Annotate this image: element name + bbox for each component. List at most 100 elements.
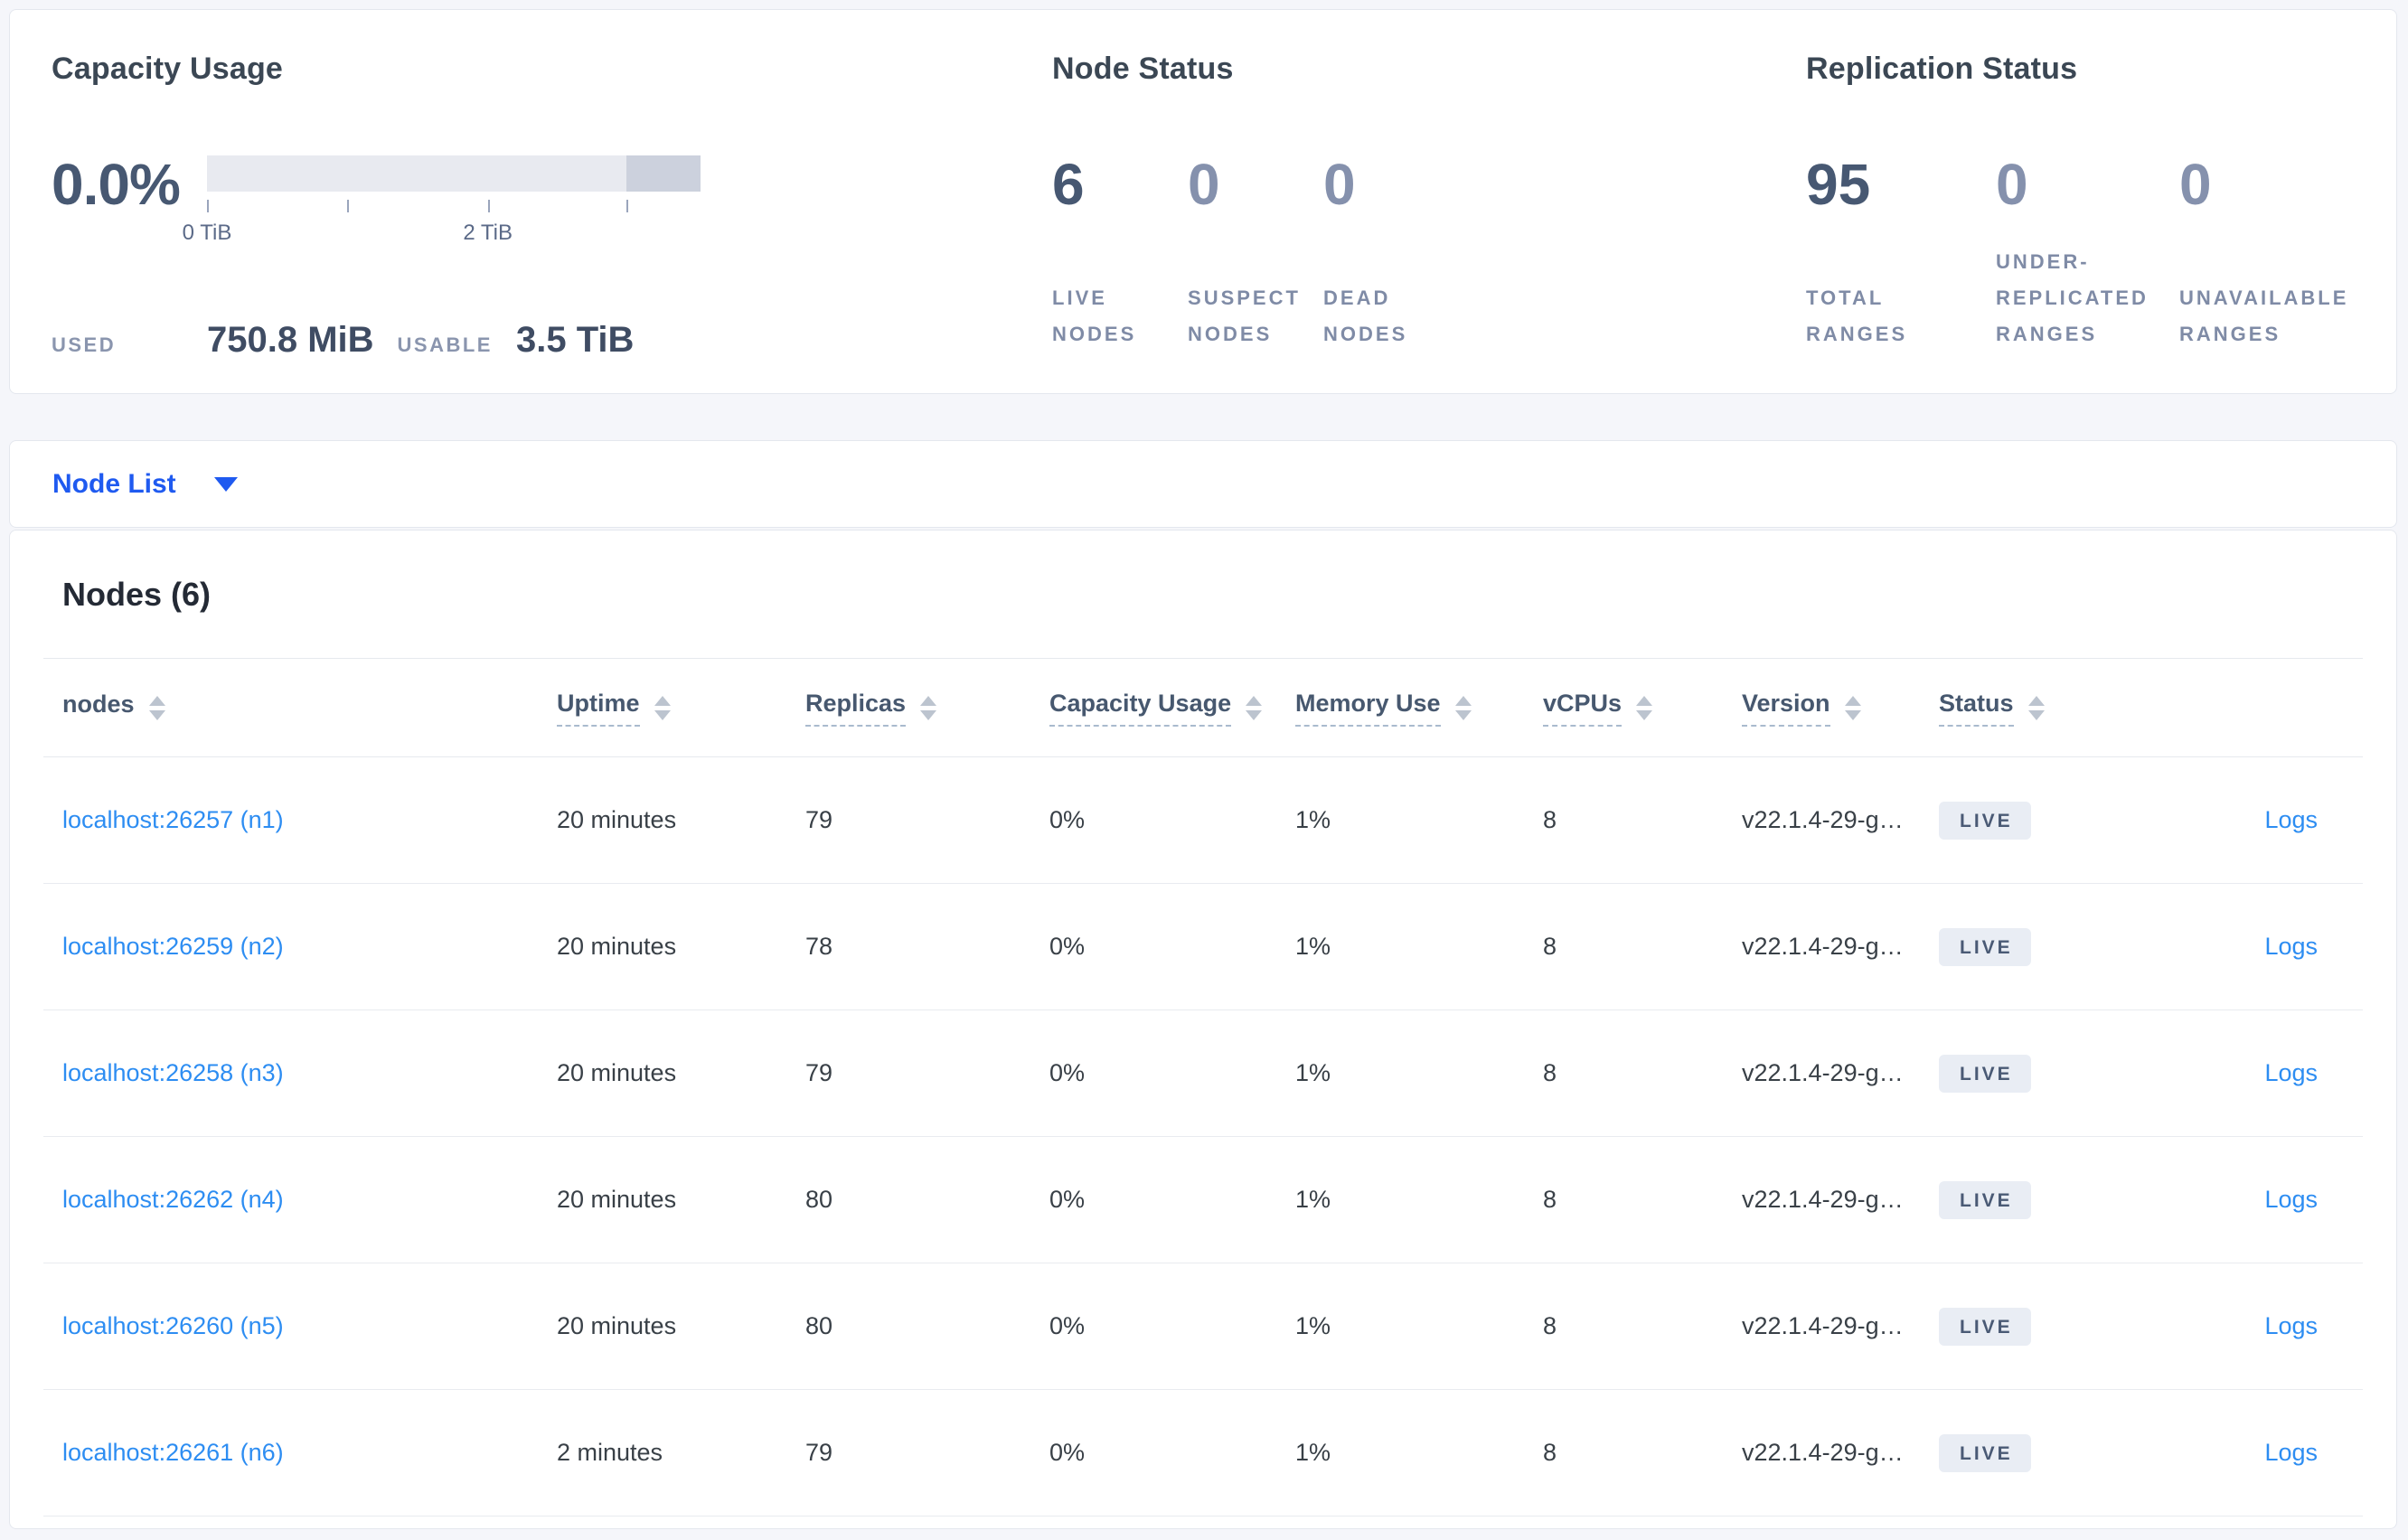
node-link[interactable]: localhost:26259 (n2) xyxy=(62,933,284,960)
column-header-memory-use[interactable]: Memory Use xyxy=(1295,690,1543,727)
capacity-bar-track xyxy=(207,155,627,192)
uptime-cell: 20 minutes xyxy=(557,1186,677,1213)
total-ranges-stat: 95 TOTAL RANGES xyxy=(1806,152,1996,352)
node-status-title: Node Status xyxy=(1052,52,1234,86)
nodes-table-body: localhost:26257 (n1) 20 minutes 79 0% 1%… xyxy=(43,757,2363,1517)
table-row: localhost:26261 (n6) 2 minutes 79 0% 1% … xyxy=(43,1390,2363,1517)
cluster-summary-card: Capacity Usage 0.0% 0 TiB 2 TiB USED 750… xyxy=(9,9,2397,394)
node-link[interactable]: localhost:26257 (n1) xyxy=(62,806,284,833)
nodes-table-card: Nodes (6) nodes Uptime Replicas Capacity… xyxy=(9,530,2397,1529)
stat-label: UNAVAILABLE RANGES xyxy=(2179,286,2349,345)
sort-icon xyxy=(654,695,671,720)
memory-cell: 1% xyxy=(1295,1439,1331,1466)
capacity-cell: 0% xyxy=(1049,1439,1086,1466)
logs-link[interactable]: Logs xyxy=(2264,1059,2318,1086)
nodes-table-header: nodes Uptime Replicas Capacity Usage Mem… xyxy=(43,658,2363,757)
table-row: localhost:26258 (n3) 20 minutes 79 0% 1%… xyxy=(43,1010,2363,1137)
node-link[interactable]: localhost:26258 (n3) xyxy=(62,1059,284,1086)
node-link[interactable]: localhost:26260 (n5) xyxy=(62,1312,284,1339)
uptime-cell: 20 minutes xyxy=(557,806,677,833)
column-header-version[interactable]: Version xyxy=(1742,690,1939,727)
capacity-axis-tick xyxy=(347,200,350,212)
cluster-overview-page: Capacity Usage 0.0% 0 TiB 2 TiB USED 750… xyxy=(0,0,2408,1540)
stat-value: 0 xyxy=(1323,152,1356,217)
caret-down-icon xyxy=(213,476,238,492)
version-cell: v22.1.4-29-g… xyxy=(1742,1186,1904,1213)
capacity-axis-tick xyxy=(626,200,629,212)
column-header-replicas[interactable]: Replicas xyxy=(805,690,1049,727)
under-replicated-ranges-stat: 0 UNDER-REPLICATED RANGES xyxy=(1996,152,2179,352)
uptime-cell: 20 minutes xyxy=(557,1312,677,1339)
vcpus-cell: 8 xyxy=(1543,933,1557,960)
column-header-status[interactable]: Status xyxy=(1939,690,2138,727)
node-status-section: Node Status 6 LIVE NODES 0 SUSPECT NODES… xyxy=(1052,52,1806,393)
capacity-usage-title: Capacity Usage xyxy=(52,52,284,86)
capacity-axis-label: 2 TiB xyxy=(463,221,513,245)
capacity-usage-stats: USED 750.8 MiB USABLE 3.5 TiB xyxy=(52,320,1052,361)
replication-status-section: Replication Status 95 TOTAL RANGES 0 UND… xyxy=(1806,52,2396,393)
used-label: USED xyxy=(52,333,117,356)
version-cell: v22.1.4-29-g… xyxy=(1742,1312,1904,1339)
logs-link[interactable]: Logs xyxy=(2264,933,2318,960)
replicas-cell: 78 xyxy=(805,933,833,960)
capacity-usage-section: Capacity Usage 0.0% 0 TiB 2 TiB USED 750… xyxy=(52,52,1052,393)
vcpus-cell: 8 xyxy=(1543,1439,1557,1466)
view-selector-card: Node List xyxy=(9,440,2397,528)
vcpus-cell: 8 xyxy=(1543,1312,1557,1339)
usable-label: USABLE xyxy=(397,333,493,356)
status-badge: LIVE xyxy=(1939,1307,2031,1346)
capacity-bar-tail xyxy=(626,155,701,192)
replicas-cell: 80 xyxy=(805,1186,833,1213)
stat-label: SUSPECT NODES xyxy=(1188,286,1301,345)
memory-cell: 1% xyxy=(1295,1186,1331,1213)
suspect-nodes-stat: 0 SUSPECT NODES xyxy=(1188,152,1323,352)
status-badge: LIVE xyxy=(1939,1054,2031,1093)
sort-icon xyxy=(920,695,937,720)
stat-value: 0 xyxy=(1188,152,1220,217)
column-header-uptime[interactable]: Uptime xyxy=(557,690,805,727)
table-row: localhost:26259 (n2) 20 minutes 78 0% 1%… xyxy=(43,884,2363,1010)
logs-link[interactable]: Logs xyxy=(2264,1186,2318,1213)
column-header-capacity-usage[interactable]: Capacity Usage xyxy=(1049,690,1295,727)
view-selector-label: Node List xyxy=(52,468,176,499)
column-header-vcpus[interactable]: vCPUs xyxy=(1543,690,1742,727)
column-header-nodes[interactable]: nodes xyxy=(62,690,557,726)
node-link[interactable]: localhost:26262 (n4) xyxy=(62,1186,284,1213)
capacity-bar xyxy=(207,155,701,192)
vcpus-cell: 8 xyxy=(1543,806,1557,833)
capacity-cell: 0% xyxy=(1049,1186,1086,1213)
replicas-cell: 79 xyxy=(805,1439,833,1466)
live-nodes-stat: 6 LIVE NODES xyxy=(1052,152,1188,352)
unavailable-ranges-stat: 0 UNAVAILABLE RANGES xyxy=(2179,152,2396,352)
vcpus-cell: 8 xyxy=(1543,1059,1557,1086)
node-list-selector[interactable]: Node List xyxy=(52,469,238,500)
logs-link[interactable]: Logs xyxy=(2264,806,2318,833)
status-badge: LIVE xyxy=(1939,927,2031,966)
stat-label: TOTAL RANGES xyxy=(1806,286,1908,345)
usable-value: 3.5 TiB xyxy=(515,320,635,360)
table-row: localhost:26262 (n4) 20 minutes 80 0% 1%… xyxy=(43,1137,2363,1263)
stat-label: UNDER-REPLICATED RANGES xyxy=(1996,250,2149,345)
status-badge: LIVE xyxy=(1939,1180,2031,1219)
nodes-table-heading: Nodes (6) xyxy=(62,576,212,613)
used-value: 750.8 MiB xyxy=(207,320,374,360)
logs-link[interactable]: Logs xyxy=(2264,1439,2318,1466)
node-link[interactable]: localhost:26261 (n6) xyxy=(62,1439,284,1466)
capacity-axis: 0 TiB 2 TiB xyxy=(183,197,701,245)
sort-icon xyxy=(2027,695,2045,720)
version-cell: v22.1.4-29-g… xyxy=(1742,1059,1904,1086)
version-cell: v22.1.4-29-g… xyxy=(1742,933,1904,960)
replication-status-title: Replication Status xyxy=(1806,52,2078,86)
replicas-cell: 79 xyxy=(805,806,833,833)
sort-icon xyxy=(1246,695,1263,720)
stat-value: 0 xyxy=(1996,152,2028,217)
logs-link[interactable]: Logs xyxy=(2264,1312,2318,1339)
memory-cell: 1% xyxy=(1295,1312,1331,1339)
capacity-cell: 0% xyxy=(1049,1059,1086,1086)
memory-cell: 1% xyxy=(1295,806,1331,833)
sort-icon xyxy=(1636,695,1653,720)
capacity-bar-chart: 0 TiB 2 TiB xyxy=(183,152,701,245)
sort-icon xyxy=(1454,695,1472,720)
stat-value: 0 xyxy=(2179,152,2212,217)
capacity-axis-tick xyxy=(207,200,209,212)
